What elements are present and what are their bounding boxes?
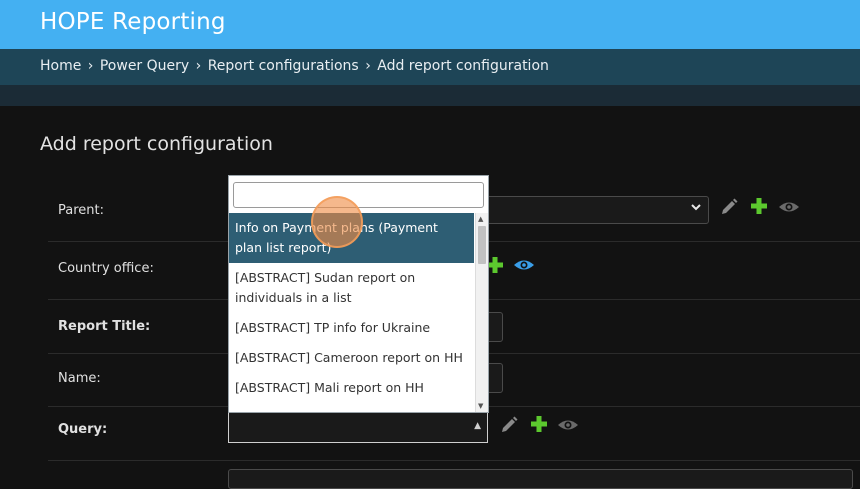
dropdown-option[interactable]: [ABSTRACT] Sudan report on individuals i… — [229, 263, 474, 313]
brand-title[interactable]: HOPE Reporting — [40, 9, 226, 35]
eye-icon[interactable] — [778, 197, 799, 217]
pencil-icon[interactable] — [499, 415, 519, 435]
parent-select[interactable] — [480, 196, 709, 224]
caret-up-icon: ▲ — [474, 421, 481, 431]
report-title-label: Report Title: — [58, 319, 151, 334]
parent-label: Parent: — [58, 203, 104, 218]
dropdown-option[interactable]: Info on Payment plans (Payment plan list… — [229, 213, 474, 263]
query-label: Query: — [58, 422, 108, 437]
query-dropdown: Info on Payment plans (Payment plan list… — [228, 175, 489, 413]
app-header: HOPE Reporting — [0, 0, 860, 49]
name-label: Name: — [58, 371, 101, 386]
eye-icon[interactable] — [513, 255, 534, 275]
plus-icon[interactable] — [529, 414, 549, 434]
breadcrumb-separator: › — [87, 58, 94, 74]
chevron-down-icon — [690, 201, 702, 217]
dropdown-option[interactable]: [ABSTRACT] Cameroon report on HH — [229, 343, 474, 373]
country-office-label: Country office: — [58, 261, 154, 276]
dropdown-scrollbar[interactable]: ▲ ▼ — [475, 213, 488, 412]
scrollbar-thumb[interactable] — [478, 226, 486, 264]
breadcrumb-current: Add report configuration — [377, 58, 549, 74]
breadcrumb-separator: › — [365, 58, 371, 74]
breadcrumb-separator: › — [195, 58, 202, 74]
eye-icon[interactable] — [557, 415, 578, 435]
breadcrumb-report-configurations[interactable]: Report configurations — [208, 58, 359, 74]
plus-icon[interactable] — [749, 196, 769, 216]
scroll-down-icon[interactable]: ▼ — [478, 402, 483, 410]
page-title: Add report configuration — [40, 133, 273, 155]
next-field[interactable] — [228, 469, 853, 489]
query-select[interactable]: ▲ — [228, 413, 488, 443]
breadcrumb-home[interactable]: Home — [40, 58, 81, 74]
pencil-icon[interactable] — [719, 197, 739, 217]
dropdown-option[interactable]: [ABSTRACT] TP info for Ukraine — [229, 313, 474, 343]
breadcrumb-power-query[interactable]: Power Query — [100, 58, 189, 74]
breadcrumb: Home › Power Query › Report configuratio… — [0, 49, 860, 85]
subheader-bar — [0, 85, 860, 106]
dropdown-search-input[interactable] — [233, 182, 484, 208]
scroll-up-icon[interactable]: ▲ — [478, 215, 483, 223]
dropdown-options-list: Info on Payment plans (Payment plan list… — [229, 213, 474, 403]
dropdown-option[interactable]: [ABSTRACT] Mali report on HH — [229, 373, 474, 403]
